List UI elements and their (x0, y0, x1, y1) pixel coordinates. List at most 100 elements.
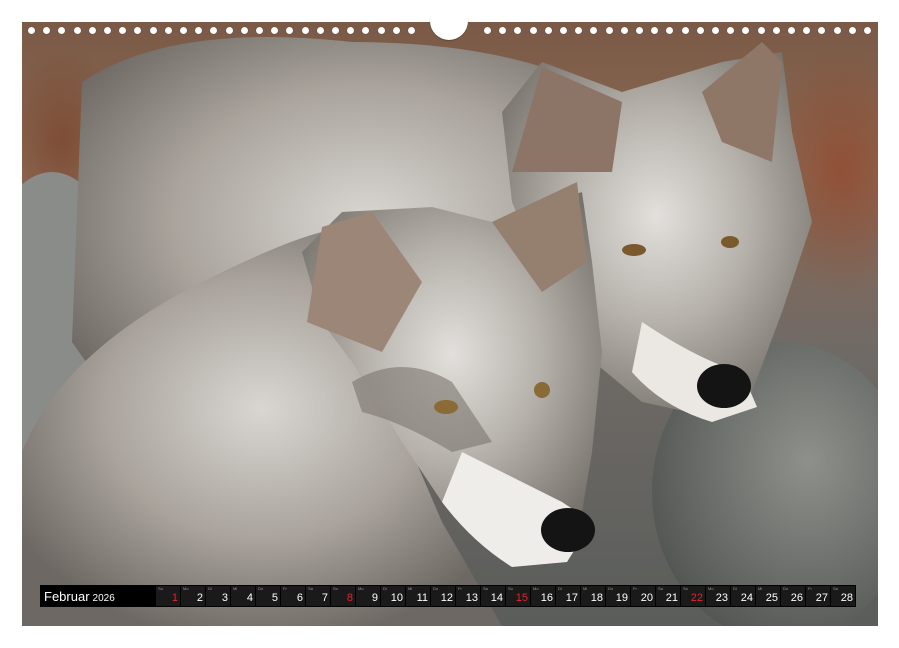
binding-hole (834, 27, 841, 34)
binding-hole (378, 27, 385, 34)
day-cell: Mo 23 (706, 586, 730, 606)
day-cell: Mi 11 (406, 586, 430, 606)
binding-hole (499, 27, 506, 34)
day-number: 21 (665, 592, 678, 604)
day-cell: Do 19 (606, 586, 630, 606)
binding-hole (362, 27, 369, 34)
weekday-abbr: Di (733, 586, 737, 591)
day-number: 12 (440, 592, 453, 604)
binding-hole (241, 27, 248, 34)
day-cell: Di 17 (556, 586, 580, 606)
binding-hole (210, 27, 217, 34)
weekday-abbr: Fr (458, 586, 462, 591)
day-cell: So 22 (681, 586, 705, 606)
day-cell: Fr 6 (281, 586, 305, 606)
binding-hole (606, 27, 613, 34)
month-label: Februar 2026 (40, 589, 156, 604)
binding-hole (727, 27, 734, 34)
weekday-abbr: Sa (833, 586, 838, 591)
day-cell: Sa 28 (831, 586, 855, 606)
weekday-abbr: Di (558, 586, 562, 591)
weekday-abbr: Mi (758, 586, 763, 591)
binding-hole (590, 27, 597, 34)
binding-hole (682, 27, 689, 34)
binding-hole (712, 27, 719, 34)
binding-hole (393, 27, 400, 34)
day-number: 14 (490, 592, 503, 604)
weekday-abbr: Fr (633, 586, 637, 591)
day-cells: So 1 Mo 2 Di 3 Mi 4 Do 5 Fr 6 Sa 7 So 8 Mo 9 Di 10 Mi 11 Do 12 F… (156, 586, 856, 606)
front-wolf-eye-right (534, 382, 550, 398)
binding-hole (514, 27, 521, 34)
day-cell: Di 10 (381, 586, 405, 606)
binding-hole (165, 27, 172, 34)
month-name: Februar (44, 588, 90, 604)
binding-hole (119, 27, 126, 34)
day-number: 16 (540, 592, 553, 604)
day-number: 9 (371, 592, 378, 604)
weekday-abbr: Mi (583, 586, 588, 591)
binding-hole (484, 27, 491, 34)
binding-hole (180, 27, 187, 34)
day-cell: Mo 16 (531, 586, 555, 606)
day-cell: Sa 7 (306, 586, 330, 606)
day-number: 18 (590, 592, 603, 604)
binding-hole (621, 27, 628, 34)
day-cell: Do 12 (431, 586, 455, 606)
binding-hole (651, 27, 658, 34)
weekday-abbr: Do (608, 586, 614, 591)
weekday-abbr: Di (208, 586, 212, 591)
weekday-abbr: Do (783, 586, 789, 591)
binding-hole (271, 27, 278, 34)
binding-hole (286, 27, 293, 34)
binding-hole (347, 27, 354, 34)
weekday-abbr: Sa (483, 586, 488, 591)
binding-hole (317, 27, 324, 34)
binding-hole (803, 27, 810, 34)
binding-hole (864, 27, 871, 34)
binding-hole (74, 27, 81, 34)
binding-hole (758, 27, 765, 34)
binding-hole (43, 27, 50, 34)
weekday-abbr: Fr (808, 586, 812, 591)
day-number: 7 (321, 592, 328, 604)
day-number: 23 (715, 592, 728, 604)
day-cell: Mi 18 (581, 586, 605, 606)
weekday-abbr: So (683, 586, 688, 591)
weekday-abbr: Do (433, 586, 439, 591)
day-cell: Do 5 (256, 586, 280, 606)
day-number: 3 (221, 592, 228, 604)
binding-hole (89, 27, 96, 34)
weekday-abbr: Mo (183, 586, 189, 591)
back-wolf-eye-left (622, 244, 646, 256)
weekday-abbr: Mi (233, 586, 238, 591)
weekday-abbr: So (508, 586, 513, 591)
day-number: 6 (296, 592, 303, 604)
day-cell: Do 26 (781, 586, 805, 606)
day-number: 25 (765, 592, 778, 604)
day-number: 15 (515, 592, 528, 604)
day-number: 24 (740, 592, 753, 604)
calendar-bar: Februar 2026 So 1 Mo 2 Di 3 Mi 4 Do 5 Fr 6 Sa 7 So 8 Mo 9 D… (40, 585, 856, 607)
year-label: 2026 (92, 592, 115, 604)
day-cell: Sa 21 (656, 586, 680, 606)
binding-hole (58, 27, 65, 34)
binding-hole (575, 27, 582, 34)
binding-hole (666, 27, 673, 34)
binding-hole (332, 27, 339, 34)
binding-hole (28, 27, 35, 34)
weekday-abbr: Sa (308, 586, 313, 591)
day-cell: Mo 2 (181, 586, 205, 606)
weekday-abbr: So (158, 586, 163, 591)
binding-hole (560, 27, 567, 34)
day-number: 11 (416, 592, 428, 604)
day-number: 5 (271, 592, 278, 604)
day-cell: Mi 4 (231, 586, 255, 606)
binding-hole (697, 27, 704, 34)
binding-hole (195, 27, 202, 34)
day-number: 2 (196, 592, 203, 604)
weekday-abbr: Mo (708, 586, 714, 591)
weekday-abbr: Di (383, 586, 387, 591)
binding-hole (849, 27, 856, 34)
day-number: 26 (790, 592, 803, 604)
